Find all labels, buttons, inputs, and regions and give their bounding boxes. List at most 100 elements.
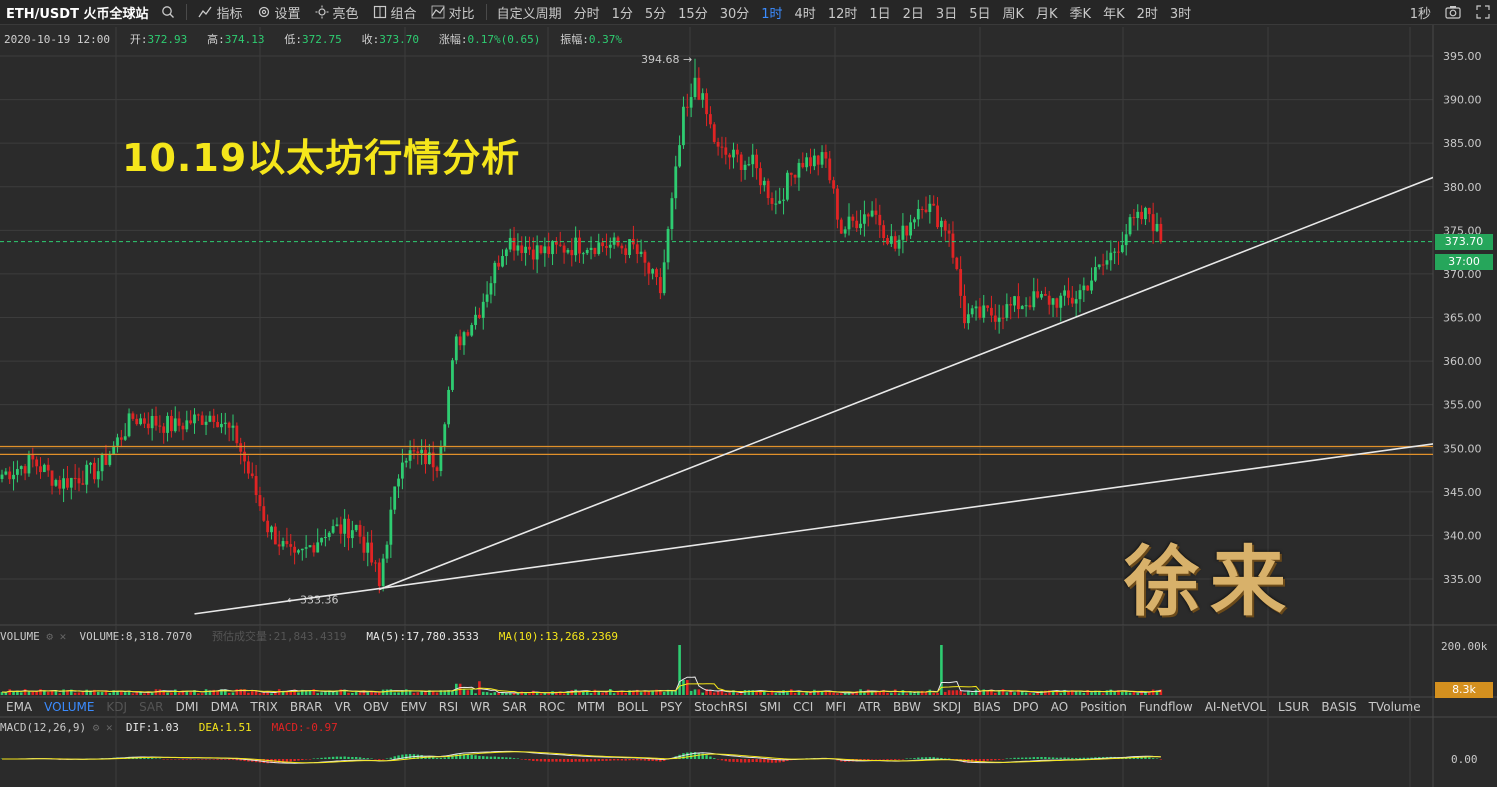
indicator-tab-11[interactable]: RSI	[433, 700, 465, 714]
indicator-tab-25[interactable]: BIAS	[967, 700, 1007, 714]
indicator-tab-26[interactable]: DPO	[1007, 700, 1045, 714]
period-10[interactable]: 3日	[930, 3, 963, 22]
indicator-tab-4[interactable]: DMI	[169, 700, 204, 714]
period-8[interactable]: 1日	[863, 3, 896, 22]
price-axis-tick: 395.00	[1443, 50, 1482, 63]
candle-body	[1032, 291, 1036, 308]
candle-body	[208, 415, 212, 422]
indicator-tab-30[interactable]: AI-NetVOL	[1199, 700, 1272, 714]
candle-body	[189, 420, 193, 424]
screenshot-button[interactable]	[1437, 5, 1469, 19]
fullscreen-button[interactable]	[1469, 5, 1497, 19]
candle-body	[304, 547, 308, 549]
volume-panel-name: VOLUME	[0, 630, 40, 643]
candle-body	[235, 425, 239, 444]
indicator-tab-20[interactable]: CCI	[787, 700, 819, 714]
indicator-tab-22[interactable]: ATR	[852, 700, 887, 714]
indicator-tab-27[interactable]: AO	[1045, 700, 1074, 714]
period-5[interactable]: 1时	[755, 3, 788, 22]
candle-body	[424, 449, 427, 465]
symbol-title[interactable]: ETH/USDT 火币全球站	[0, 3, 154, 22]
compare-button[interactable]: 对比	[424, 3, 482, 22]
indicator-tab-29[interactable]: Fundflow	[1133, 700, 1199, 714]
period-4[interactable]: 30分	[714, 3, 756, 22]
indicator-tab-23[interactable]: BBW	[887, 700, 927, 714]
indicator-tab-1[interactable]: VOLUME	[38, 700, 100, 714]
volume-close-icon[interactable]: ✕	[60, 630, 67, 643]
indicator-tab-8[interactable]: VR	[328, 700, 357, 714]
indicator-tab-16[interactable]: BOLL	[611, 700, 654, 714]
indicator-tab-19[interactable]: SMI	[753, 700, 787, 714]
period-16[interactable]: 2时	[1131, 3, 1164, 22]
macd-histogram-bar	[227, 759, 231, 760]
indicator-tab-7[interactable]: BRAR	[284, 700, 329, 714]
macd-close-icon[interactable]: ✕	[106, 721, 113, 734]
volume-settings-icon[interactable]: ⚙	[46, 630, 53, 643]
period-13[interactable]: 月K	[1030, 3, 1064, 22]
indicator-tab-34[interactable]: FTBS	[1427, 700, 1434, 714]
refresh-rate[interactable]: 1秒	[1404, 3, 1437, 22]
indicator-tab-17[interactable]: PSY	[654, 700, 688, 714]
candle-body	[620, 245, 624, 249]
indicator-tab-9[interactable]: OBV	[357, 700, 395, 714]
indicator-tab-13[interactable]: SAR	[496, 700, 532, 714]
macd-histogram-bar	[947, 758, 951, 759]
indicator-tab-6[interactable]: TRIX	[244, 700, 283, 714]
period-14[interactable]: 季K	[1064, 3, 1098, 22]
custom-period-button[interactable]: 自定义周期	[491, 3, 568, 22]
volume-bar	[1109, 689, 1113, 695]
candle-body	[1128, 217, 1132, 235]
combine-button[interactable]: 组合	[366, 3, 424, 22]
macd-histogram-bar	[289, 759, 292, 762]
indicator-tab-5[interactable]: DMA	[205, 700, 245, 714]
period-15[interactable]: 年K	[1097, 3, 1131, 22]
volume-bar	[100, 692, 104, 695]
indicator-tab-0[interactable]: EMA	[0, 700, 38, 714]
indicator-tab-18[interactable]: StochRSI	[688, 700, 753, 714]
candle-body	[543, 246, 547, 254]
indicator-tab-15[interactable]: MTM	[571, 700, 611, 714]
candle-body	[970, 308, 974, 315]
divider	[186, 4, 188, 20]
period-2[interactable]: 5分	[639, 3, 672, 22]
indicator-tab-3[interactable]: SAR	[133, 700, 169, 714]
period-1[interactable]: 1分	[606, 3, 639, 22]
period-11[interactable]: 5日	[963, 3, 996, 22]
candle-body	[62, 478, 65, 489]
settings-button[interactable]: 设置	[250, 3, 308, 22]
macd-panel-header: MACD(12,26,9) ⚙ ✕ DIF:1.03 DEA:1.51 MACD…	[0, 721, 338, 734]
volume-bar	[27, 691, 31, 695]
indicator-tab-28[interactable]: Position	[1074, 700, 1133, 714]
indicator-tab-24[interactable]: SKDJ	[927, 700, 967, 714]
period-6[interactable]: 4时	[789, 3, 822, 22]
indicator-tab-21[interactable]: MFI	[819, 700, 852, 714]
open-label: 开:	[129, 33, 148, 46]
volume-bar	[1101, 693, 1105, 695]
candle-body	[347, 518, 350, 539]
indicator-tab-12[interactable]: WR	[464, 700, 496, 714]
candle-body	[909, 222, 912, 236]
indicator-tab-10[interactable]: EMV	[395, 700, 433, 714]
candle-body	[35, 459, 39, 467]
period-0[interactable]: 分时	[568, 3, 606, 22]
candle-body	[1140, 211, 1143, 220]
period-7[interactable]: 12时	[822, 3, 864, 22]
indicators-button[interactable]: 指标	[191, 3, 249, 22]
indicator-tab-2[interactable]: KDJ	[100, 700, 133, 714]
candle-body	[297, 550, 300, 553]
light-theme-button[interactable]: 亮色	[308, 3, 366, 22]
search-button[interactable]	[154, 5, 182, 19]
macd-histogram-bar	[582, 759, 585, 762]
indicator-tab-14[interactable]: ROC	[533, 700, 571, 714]
candle-body	[327, 532, 331, 538]
period-3[interactable]: 15分	[672, 3, 714, 22]
macd-histogram-bar	[1082, 757, 1086, 759]
indicator-tab-31[interactable]: LSUR	[1272, 700, 1315, 714]
indicator-tab-32[interactable]: BASIS	[1315, 700, 1362, 714]
macd-settings-icon[interactable]: ⚙	[93, 721, 100, 734]
indicator-tab-33[interactable]: TVolume	[1363, 700, 1427, 714]
macd-histogram-bar	[378, 759, 381, 760]
period-12[interactable]: 周K	[996, 3, 1030, 22]
period-9[interactable]: 2日	[897, 3, 930, 22]
period-17[interactable]: 3时	[1164, 3, 1197, 22]
